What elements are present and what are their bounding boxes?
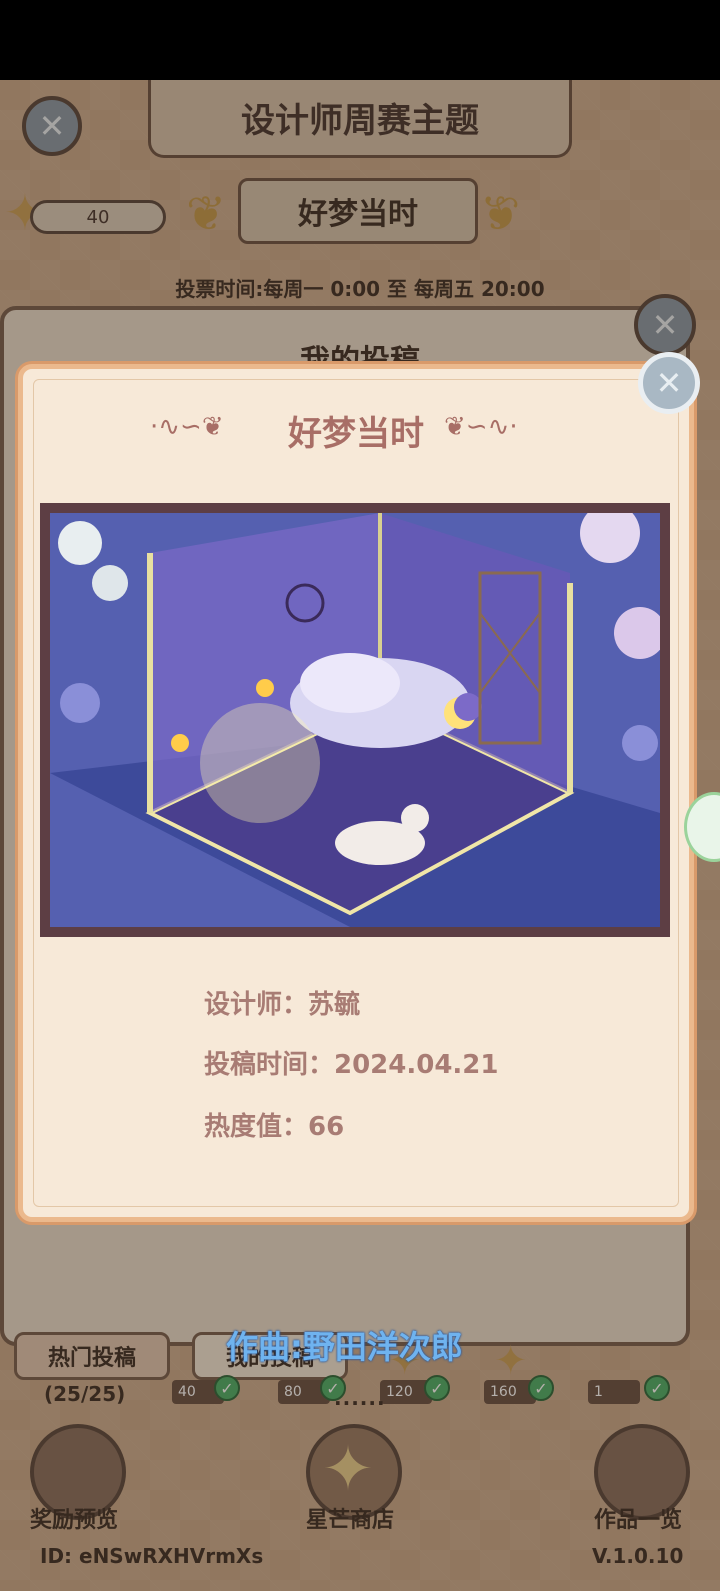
star-icon: ✦ [494, 1338, 528, 1384]
hot-count: (25/25) [44, 1382, 126, 1406]
version: V.1.0.10 [592, 1544, 684, 1568]
room-image [50, 513, 660, 927]
close-panel-icon[interactable]: ✕ [634, 294, 696, 356]
works-list-label[interactable]: 作品一览 [594, 1502, 682, 1534]
theme-name: 好梦当时 [238, 178, 478, 244]
checkmark-icon: ✓ [424, 1375, 450, 1401]
page-title: 设计师周赛主题 [148, 80, 572, 158]
room-screenshot [40, 503, 670, 937]
close-icon[interactable]: ✕ [22, 96, 82, 156]
star-icon: ✦ [322, 1432, 374, 1505]
modal-title: 好梦当时 [288, 414, 424, 454]
milestone-final: 1 [588, 1380, 640, 1404]
designer-info: 设计师：苏毓 [204, 990, 361, 1020]
heat-info: 热度值：66 [204, 1112, 345, 1142]
ornament-right: ❦ [480, 186, 521, 242]
tab-hot-submissions[interactable]: 热门投稿 [14, 1332, 170, 1380]
star-count: 40 [30, 200, 166, 234]
checkmark-icon: ✓ [644, 1375, 670, 1401]
star-shop-label[interactable]: 星芒商店 [306, 1502, 394, 1534]
ornament-left: ❦ [186, 186, 227, 242]
close-modal-icon[interactable]: ✕ [638, 352, 700, 414]
submit-time-info: 投稿时间：2024.04.21 [204, 1050, 499, 1080]
checkmark-icon: ✓ [214, 1375, 240, 1401]
reward-preview-label[interactable]: 奖励预览 [30, 1502, 118, 1534]
lyric-overlay: 作曲:野田洋次郎 [226, 1328, 463, 1366]
user-id: ID: eNSwRXHVrmXs [40, 1544, 264, 1568]
checkmark-icon: ✓ [528, 1375, 554, 1401]
flourish-right: ❦∽∿· [444, 412, 518, 442]
room-illustration [50, 513, 660, 927]
progress-dots: ...... [334, 1386, 386, 1410]
vote-time: 投票时间:每周一 0:00 至 每周五 20:00 [175, 277, 545, 301]
